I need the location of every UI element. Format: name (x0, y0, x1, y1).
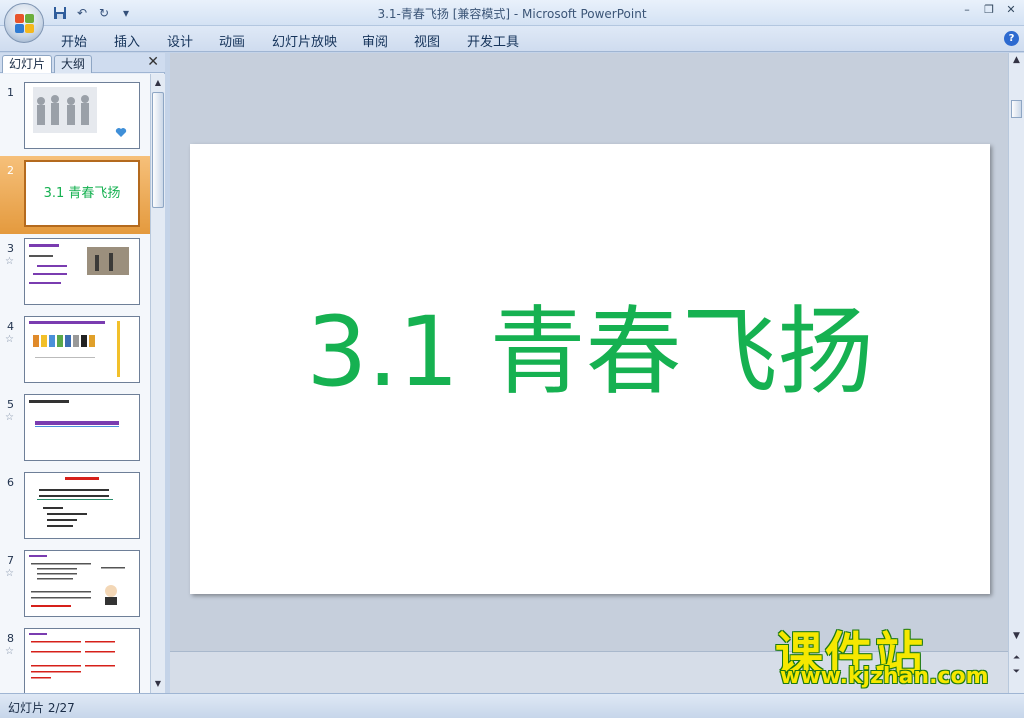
next-slide-icon[interactable]: ⏷ (1009, 667, 1024, 677)
help-icon[interactable]: ? (1004, 31, 1019, 46)
scroll-up-icon[interactable]: ▲ (1009, 55, 1024, 65)
slide-thumbnail-7[interactable]: 7 ☆ (0, 546, 150, 624)
slide-number: 7 (7, 554, 14, 567)
slide-counter: 幻灯片 2/27 (8, 701, 75, 715)
minimize-button[interactable]: – (960, 3, 974, 17)
thumbnail-list: 1 2 3.1 青春飞扬 3 ☆ 4 ☆ 5 ☆ 6 7 ☆ 8 ☆ (0, 74, 150, 693)
scroll-thumb[interactable] (152, 92, 164, 208)
group-photo-image (25, 83, 139, 148)
current-slide[interactable]: 3.1 青春飞扬 (190, 144, 990, 594)
scroll-down-icon[interactable]: ▼ (1009, 631, 1024, 641)
tab-animations[interactable]: 动画 (219, 31, 245, 50)
animation-star-icon: ☆ (5, 568, 14, 579)
animation-star-icon: ☆ (5, 334, 14, 345)
slide-number: 6 (7, 476, 14, 489)
watermark-url: www.kjzhan.com (780, 664, 989, 689)
slide-number: 2 (7, 164, 14, 177)
thumbnail-frame (24, 628, 140, 693)
scroll-thumb[interactable] (1011, 100, 1022, 118)
title-bar: ↶ ↻ ▾ 3.1-青春飞扬 [兼容模式] - Microsoft PowerP… (0, 0, 1024, 43)
slide-preview (29, 244, 129, 284)
slide-thumbnail-3[interactable]: 3 ☆ (0, 234, 150, 312)
slide-number: 8 (7, 632, 14, 645)
slide-number: 3 (7, 242, 14, 255)
office-button[interactable] (4, 3, 44, 43)
window-title: 3.1-青春飞扬 [兼容模式] - Microsoft PowerPoint (377, 7, 647, 21)
thumbnail-title: 3.1 青春飞扬 (43, 186, 121, 201)
thumbnail-frame (24, 238, 140, 305)
previous-slide-icon[interactable]: ⏶ (1009, 653, 1024, 663)
thumbnail-frame (24, 316, 140, 383)
slide-preview (29, 321, 120, 377)
tab-insert[interactable]: 插入 (114, 31, 140, 50)
slides-panel: 幻灯片 大纲 ✕ 1 2 3.1 青春飞扬 3 ☆ 4 ☆ 5 ☆ 6 7 ☆ … (0, 53, 165, 693)
slide-thumbnail-5[interactable]: 5 ☆ (0, 390, 150, 468)
thumbnail-frame (24, 394, 140, 461)
animation-star-icon: ☆ (5, 256, 14, 267)
ribbon-tab-bar: 开始 插入 设计 动画 幻灯片放映 审阅 视图 开发工具 ? (0, 26, 1024, 52)
scroll-up-icon[interactable]: ▲ (151, 76, 165, 90)
thumbnail-frame (24, 82, 140, 149)
slide-number: 4 (7, 320, 14, 333)
tab-slides[interactable]: 幻灯片 (2, 55, 53, 73)
thumbnail-frame (24, 550, 140, 617)
tab-developer[interactable]: 开发工具 (467, 31, 519, 50)
tab-design[interactable]: 设计 (167, 31, 193, 50)
tab-home[interactable]: 开始 (61, 31, 87, 50)
thumbnail-frame: 3.1 青春飞扬 (24, 160, 140, 227)
slide-preview (29, 555, 125, 607)
slide-thumbnail-6[interactable]: 6 (0, 468, 150, 546)
slide-thumbnail-8[interactable]: 8 ☆ (0, 624, 150, 693)
slide-title[interactable]: 3.1 青春飞扬 (190, 274, 990, 413)
restore-button[interactable]: ❐ (982, 3, 996, 17)
tab-slideshow[interactable]: 幻灯片放映 (272, 31, 337, 50)
status-bar: 幻灯片 2/27 (0, 693, 1024, 718)
slide-number: 1 (7, 86, 14, 99)
slide-preview (29, 400, 119, 427)
slide-preview (37, 477, 113, 527)
editor-scrollbar[interactable]: ▲ ▼ ⏶ ⏷ (1008, 53, 1024, 693)
close-button[interactable]: ✕ (1004, 3, 1018, 17)
thumbnail-scrollbar[interactable]: ▲ ▼ (150, 74, 165, 693)
slide-thumbnail-2[interactable]: 2 3.1 青春飞扬 (0, 156, 150, 234)
thumbnail-frame (24, 472, 140, 539)
slide-preview (29, 633, 115, 679)
scroll-down-icon[interactable]: ▼ (151, 677, 165, 691)
slide-thumbnail-1[interactable]: 1 (0, 78, 150, 156)
animation-star-icon: ☆ (5, 646, 14, 657)
tab-review[interactable]: 审阅 (362, 31, 388, 50)
office-logo-icon (15, 14, 35, 34)
slide-number: 5 (7, 398, 14, 411)
tab-outline[interactable]: 大纲 (54, 55, 93, 73)
window-controls: – ❐ ✕ (960, 3, 1018, 17)
panel-close-icon[interactable]: ✕ (147, 54, 159, 70)
panel-tabs: 幻灯片 大纲 ✕ (0, 53, 165, 73)
slide-editor: 3.1 青春飞扬 (170, 53, 1008, 693)
tab-view[interactable]: 视图 (414, 31, 440, 50)
slide-thumbnail-4[interactable]: 4 ☆ (0, 312, 150, 390)
animation-star-icon: ☆ (5, 412, 14, 423)
